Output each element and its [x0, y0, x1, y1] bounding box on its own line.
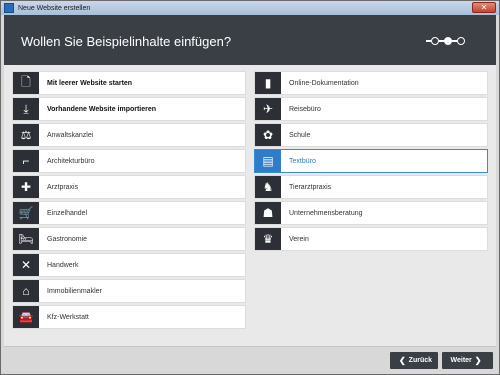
- template-option-label: Kfz-Werkstatt: [47, 313, 89, 321]
- step-indicator: [426, 37, 465, 45]
- car-icon: 🚘: [13, 306, 39, 328]
- template-option[interactable]: ✚ Arztpraxis: [12, 175, 246, 199]
- template-option[interactable]: ✕ Handwerk: [12, 253, 246, 277]
- medical-cross-icon: ✚: [13, 176, 39, 198]
- template-option-label: Schule: [289, 131, 311, 139]
- template-option[interactable]: ⤓ Vorhandene Website importieren: [12, 97, 246, 121]
- document-text-icon: ▤: [255, 150, 281, 172]
- template-option[interactable]: ▤ Textbüro: [254, 149, 488, 173]
- template-option[interactable]: ⌐ Architekturbüro: [12, 149, 246, 173]
- book-icon: ▮: [255, 72, 281, 94]
- vet-icon: ♞: [255, 176, 281, 198]
- template-option[interactable]: ✈ Reisebüro: [254, 97, 488, 121]
- next-button[interactable]: Weiter ❯: [442, 352, 493, 369]
- consultant-icon: ☗: [255, 202, 281, 224]
- step-dot-3: [457, 37, 465, 45]
- template-option-label: Online-Dokumentation: [289, 79, 359, 87]
- template-option[interactable]: ⚖ Anwaltskanzlei: [12, 123, 246, 147]
- template-option-label: Immobilienmakler: [47, 287, 102, 295]
- chevron-left-icon: ❮: [398, 356, 406, 365]
- template-option[interactable]: ☗ Unternehmensberatung: [254, 201, 488, 225]
- window-title: Neue Website erstellen: [18, 4, 91, 12]
- shopping-cart-icon: 🛒: [13, 202, 39, 224]
- app-icon: [4, 3, 14, 13]
- step-dot-2: [444, 37, 452, 45]
- ruler-icon: ⌐: [13, 150, 39, 172]
- template-option[interactable]: 🚘 Kfz-Werkstatt: [12, 305, 246, 329]
- airplane-icon: ✈: [255, 98, 281, 120]
- template-option-label: Reisebüro: [289, 105, 321, 113]
- title-bar: Neue Website erstellen ✕: [1, 1, 499, 15]
- template-option[interactable]: ⌂ Immobilienmakler: [12, 279, 246, 303]
- page-title: Wollen Sie Beispielinhalte einfügen?: [21, 34, 232, 49]
- tools-icon: ✕: [13, 254, 39, 276]
- step-dot-1: [431, 37, 439, 45]
- template-option-label: Tierarztpraxis: [289, 183, 332, 191]
- template-option-label: Arztpraxis: [47, 183, 79, 191]
- house-icon: ⌂: [13, 280, 39, 302]
- template-option[interactable]: 🛒 Einzelhandel: [12, 201, 246, 225]
- template-option[interactable]: 🛏 Gastronomie: [12, 227, 246, 251]
- template-option[interactable]: ♞ Tierarztpraxis: [254, 175, 488, 199]
- template-option-label: Textbüro: [289, 157, 316, 165]
- template-option-label: Handwerk: [47, 261, 79, 269]
- blank-page-icon: 🗋: [13, 72, 39, 94]
- gavel-icon: ⚖: [13, 124, 39, 146]
- template-option-label: Architekturbüro: [47, 157, 95, 165]
- template-option-label: Einzelhandel: [47, 209, 88, 217]
- school-icon: ✿: [255, 124, 281, 146]
- wizard-window: Neue Website erstellen ✕ Wollen Sie Beis…: [0, 0, 500, 375]
- next-button-label: Weiter: [450, 357, 472, 364]
- template-option-label: Gastronomie: [47, 235, 88, 243]
- chevron-right-icon: ❯: [474, 356, 482, 365]
- template-option-label: Anwaltskanzlei: [47, 131, 94, 139]
- wizard-header: Wollen Sie Beispielinhalte einfügen?: [4, 15, 496, 65]
- template-option-label: Verein: [289, 235, 309, 243]
- template-option[interactable]: ♛ Verein: [254, 227, 488, 251]
- template-option[interactable]: ✿ Schule: [254, 123, 488, 147]
- template-column-left: 🗋 Mit leerer Website starten ⤓ Vorhandene W…: [12, 71, 246, 331]
- bed-icon: 🛏: [13, 228, 39, 250]
- template-option-label: Mit leerer Website starten: [47, 79, 133, 87]
- wizard-footer: ❮ Zurück Weiter ❯: [4, 346, 496, 373]
- template-option-label: Vorhandene Website importieren: [47, 105, 157, 113]
- template-column-right: ▮ Online-Dokumentation ✈ Reisebüro ✿ Schule ▤ T…: [254, 71, 488, 253]
- template-option[interactable]: 🗋 Mit leerer Website starten: [12, 71, 246, 95]
- template-option-label: Unternehmensberatung: [289, 209, 363, 217]
- trophy-icon: ♛: [255, 228, 281, 250]
- back-button[interactable]: ❮ Zurück: [390, 352, 438, 369]
- template-list: 🗋 Mit leerer Website starten ⤓ Vorhandene W…: [4, 65, 496, 346]
- close-button[interactable]: ✕: [472, 2, 496, 13]
- import-icon: ⤓: [13, 98, 39, 120]
- template-option[interactable]: ▮ Online-Dokumentation: [254, 71, 488, 95]
- back-button-label: Zurück: [408, 357, 433, 364]
